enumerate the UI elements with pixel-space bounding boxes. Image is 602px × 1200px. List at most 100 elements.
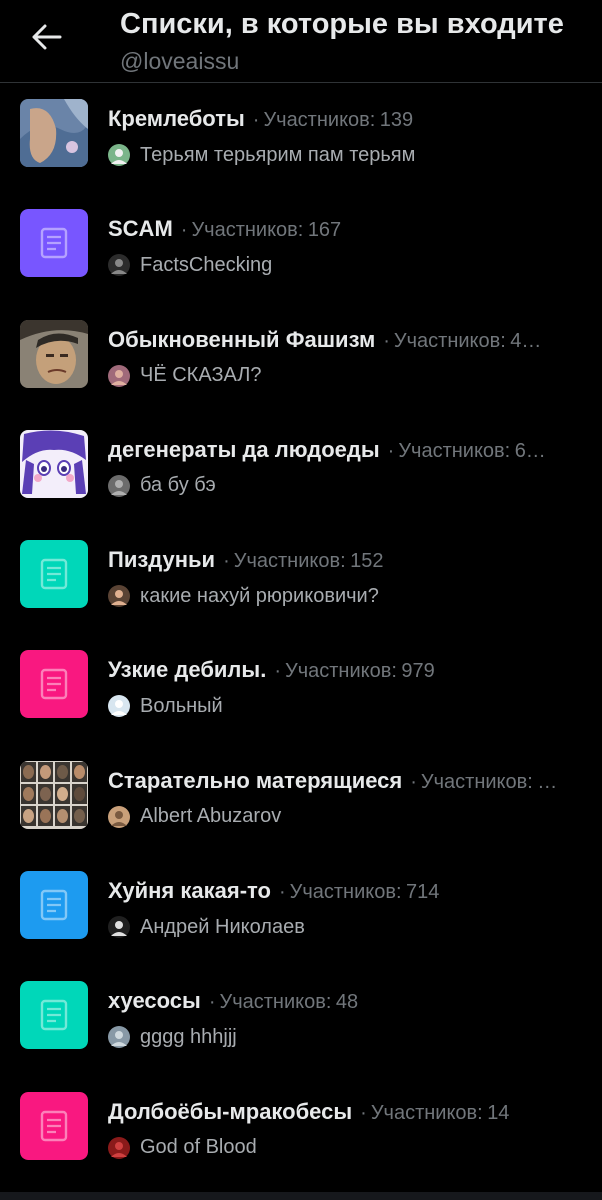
list-row[interactable]: Обыкновенный Фашизм · Участников: 4… ЧЁ СКА… — [0, 304, 602, 414]
members-count: 979 — [401, 660, 435, 683]
list-owner-line: Терьям терьярим пам терьям — [108, 141, 582, 169]
list-owner-line: Вольный — [108, 692, 582, 720]
list-owner-line: ба бу бэ — [108, 472, 582, 500]
owner-name: Терьям терьярим пам терьям — [140, 143, 416, 166]
owner-avatar — [108, 805, 130, 828]
list-name: Старательно матерящиеся — [108, 767, 403, 793]
owner-name: FactsChecking — [140, 253, 273, 276]
list-row[interactable]: Пиздуньи · Участников: 152 какие нахуй рюри… — [0, 524, 602, 634]
owner-name: ба бу бэ — [140, 474, 216, 497]
members-count: 139 — [379, 109, 414, 131]
members-label: Участников: — [370, 1101, 483, 1124]
owner-avatar — [108, 1026, 130, 1049]
list-row[interactable]: Хуйня какая-то · Участников: 714 Андрей Ник… — [0, 855, 602, 965]
members-label: Участников: — [393, 329, 506, 352]
list-row[interactable]: Старательно матерящиеся · Участников: … Alb… — [0, 745, 602, 855]
top-header: Списки, в которые вы входите @loveaissu — [0, 0, 602, 83]
owner-name: какие нахуй рюриковичи? — [140, 584, 379, 607]
list-owner-line: Андрей Николаев — [108, 913, 582, 941]
list-name: SCAM — [108, 216, 173, 242]
list-name: дегенераты да людоеды — [108, 436, 380, 462]
list-banner-image — [20, 319, 88, 388]
list-title-line: Старательно матерящиеся · Участников: … — [108, 767, 582, 798]
list-title-line: Кремлеботы · Участников: 139 — [108, 105, 582, 136]
list-title-line: хуесосы · Участников: 48 — [108, 987, 582, 1018]
list-owner-line: God of Blood — [108, 1134, 582, 1162]
list-row[interactable]: Кремлеботы · Участников: 139 Терьям терьяри… — [0, 83, 602, 193]
list-name: хуесосы — [108, 988, 201, 1014]
members-label: Участников: — [191, 219, 304, 242]
separator-dot: · — [387, 439, 395, 462]
separator-dot: · — [252, 109, 260, 131]
owner-avatar — [108, 144, 130, 166]
list-banner-image — [20, 99, 88, 167]
arrow-left-icon — [32, 24, 62, 50]
members-count: 6… — [514, 439, 546, 462]
members-count: 14 — [487, 1101, 510, 1124]
back-button[interactable] — [22, 14, 72, 60]
list-icon — [20, 540, 88, 609]
members-label: Участников: — [284, 660, 397, 683]
list-owner-line: gggg hhhjjj — [108, 1023, 582, 1051]
list-title-line: Долбоёбы-мракобесы · Участников: 14 — [108, 1098, 582, 1129]
list-icon — [20, 981, 88, 1050]
owner-avatar — [108, 916, 130, 939]
members-label: Участников: — [263, 109, 376, 131]
members-count: … — [537, 770, 558, 793]
list-icon — [20, 871, 88, 940]
list-title-line: SCAM · Участников: 167 — [108, 215, 582, 246]
list-title-line: Пиздуньи · Участников: 152 — [108, 546, 582, 577]
owner-avatar — [108, 254, 130, 277]
owner-avatar — [108, 585, 130, 608]
list-banner-image — [20, 429, 88, 498]
list-owner-line: какие нахуй рюриковичи? — [108, 582, 582, 610]
owner-name: gggg hhhjjj — [140, 1025, 237, 1048]
list-name: Узкие дебилы. — [108, 657, 267, 683]
owner-name: ЧЁ СКАЗАЛ? — [140, 364, 262, 387]
members-count: 4… — [510, 329, 542, 352]
members-count: 714 — [406, 881, 440, 904]
owner-name: Андрей Николаев — [140, 915, 305, 938]
members-label: Участников: — [398, 439, 511, 462]
list-row[interactable]: дегенераты да людоеды · Участников: 6… ба б… — [0, 414, 602, 524]
owner-name: Вольный — [140, 694, 223, 717]
owner-name: God of Blood — [140, 1136, 257, 1159]
list-owner-line: FactsChecking — [108, 251, 582, 279]
members-label: Участников: — [289, 881, 402, 904]
list-row[interactable]: Долбоёбы-мракобесы · Участников: 14 God of … — [0, 1076, 602, 1186]
list-name: Хуйня какая-то — [108, 878, 271, 904]
list-name: Обыкновенный Фашизм — [108, 326, 376, 352]
owner-avatar — [108, 1136, 130, 1159]
list-icon — [20, 650, 88, 719]
list-title-line: Обыкновенный Фашизм · Участников: 4… — [108, 326, 582, 357]
list-name: Кремлеботы — [108, 106, 245, 131]
list-row[interactable]: SCAM · Участников: 167 FactsChecking — [0, 193, 602, 303]
separator-dot: · — [180, 219, 188, 242]
members-count: 167 — [307, 219, 342, 242]
separator-dot: · — [360, 1101, 367, 1124]
bottom-bar — [0, 1192, 602, 1200]
list-row[interactable]: хуесосы · Участников: 48 gggg hhhjjj — [0, 965, 602, 1075]
members-count: 48 — [335, 991, 359, 1014]
list-row[interactable]: Узкие дебилы. · Участников: 979 Вольный — [0, 634, 602, 744]
owner-name: Albert Abuzarov — [140, 805, 282, 828]
separator-dot: · — [223, 550, 230, 573]
owner-avatar — [108, 474, 130, 497]
list-title-line: Узкие дебилы. · Участников: 979 — [108, 656, 582, 687]
list-icon — [20, 209, 88, 278]
lists-container: Кремлеботы · Участников: 139 Терьям терьяри… — [0, 83, 602, 1186]
owner-avatar — [108, 364, 130, 387]
separator-dot: · — [274, 660, 281, 683]
account-handle: @loveaissu — [120, 48, 240, 74]
list-owner-line: Albert Abuzarov — [108, 803, 582, 831]
list-banner-image — [20, 760, 88, 829]
members-label: Участников: — [233, 550, 346, 573]
members-label: Участников: — [420, 770, 533, 793]
owner-avatar — [108, 695, 130, 718]
list-owner-line: ЧЁ СКАЗАЛ? — [108, 362, 582, 390]
separator-dot: · — [208, 991, 216, 1014]
page-title: Списки, в которые вы входите — [120, 8, 564, 40]
list-icon — [20, 1091, 88, 1160]
separator-dot: · — [410, 770, 417, 793]
list-name: Пиздуньи — [108, 547, 216, 573]
